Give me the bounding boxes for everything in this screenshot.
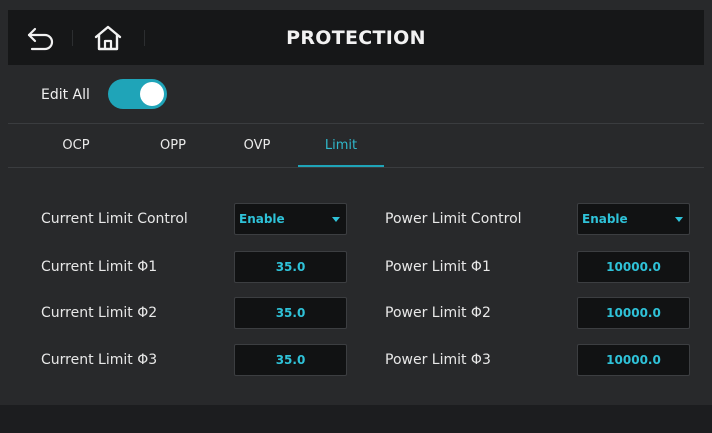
back-arrow-icon xyxy=(27,27,54,50)
tab-opp[interactable]: OPP xyxy=(141,125,205,166)
current-limit-control-select[interactable]: Enable xyxy=(234,203,347,235)
power-limit-control-label: Power Limit Control xyxy=(385,211,522,227)
field-value: 35.0 xyxy=(275,306,306,320)
dropdown-caret-icon xyxy=(675,217,683,222)
power-limit-1-input[interactable]: 10000.0 xyxy=(577,251,690,283)
field-value: 35.0 xyxy=(275,353,306,367)
power-limit-3-input[interactable]: 10000.0 xyxy=(577,344,690,376)
power-limit-2-input[interactable]: 10000.0 xyxy=(577,297,690,329)
current-limit-2-input[interactable]: 35.0 xyxy=(234,297,347,329)
power-limit-1-label: Power Limit Φ1 xyxy=(385,259,491,275)
field-value: 10000.0 xyxy=(606,260,661,274)
header-separator xyxy=(144,30,145,46)
current-limit-3-input[interactable]: 35.0 xyxy=(234,344,347,376)
tab-ocp[interactable]: OCP xyxy=(46,125,106,166)
back-button[interactable] xyxy=(22,10,60,65)
dropdown-caret-icon xyxy=(332,217,340,222)
power-limit-control-select[interactable]: Enable xyxy=(577,203,690,235)
current-limit-1-label: Current Limit Φ1 xyxy=(41,259,158,275)
field-value: 10000.0 xyxy=(606,306,661,320)
divider xyxy=(8,123,704,124)
header-separator xyxy=(72,30,73,46)
current-limit-3-label: Current Limit Φ3 xyxy=(41,352,158,368)
bottom-band xyxy=(0,405,712,433)
header-bar: PROTECTION xyxy=(8,10,704,65)
home-button[interactable] xyxy=(88,10,128,65)
divider xyxy=(8,167,704,168)
tab-limit[interactable]: Limit xyxy=(298,125,384,166)
edit-all-toggle[interactable] xyxy=(108,79,167,109)
edit-all-label: Edit All xyxy=(41,87,90,103)
tab-ovp[interactable]: OVP xyxy=(228,125,286,166)
select-value: Enable xyxy=(239,212,285,226)
current-limit-1-input[interactable]: 35.0 xyxy=(234,251,347,283)
power-limit-3-label: Power Limit Φ3 xyxy=(385,352,491,368)
select-value: Enable xyxy=(582,212,628,226)
home-icon xyxy=(94,25,122,50)
current-limit-2-label: Current Limit Φ2 xyxy=(41,305,158,321)
protection-screen: PROTECTION Edit All OCP OPP OVP Limit Cu… xyxy=(0,0,712,433)
edit-all-row: Edit All xyxy=(8,68,704,122)
protection-tabs: OCP OPP OVP Limit xyxy=(8,125,704,168)
power-limit-2-label: Power Limit Φ2 xyxy=(385,305,491,321)
field-value: 10000.0 xyxy=(606,353,661,367)
field-value: 35.0 xyxy=(275,260,306,274)
current-limit-control-label: Current Limit Control xyxy=(41,211,188,227)
toggle-knob xyxy=(140,82,164,106)
